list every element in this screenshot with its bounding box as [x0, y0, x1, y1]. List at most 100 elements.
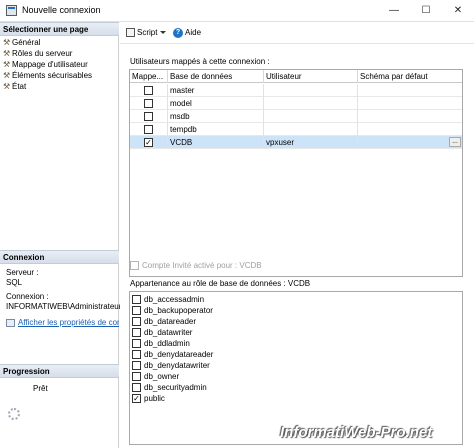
connection-value: INFORMATIWEB\Administrateur: [6, 302, 122, 311]
script-button[interactable]: Script: [126, 27, 167, 39]
role-label: db_denydatareader: [144, 350, 214, 359]
app-icon: [6, 5, 17, 16]
map-checkbox[interactable]: [144, 99, 153, 108]
guest-account-checkbox: Compte Invité activé pour : VCDB: [130, 261, 262, 271]
minimize-button[interactable]: —: [378, 0, 410, 22]
database-cell[interactable]: VCDB: [168, 136, 264, 149]
page-item-label: Mappage d'utilisateur: [12, 60, 88, 69]
user-cell[interactable]: [264, 84, 358, 97]
server-label: Serveur :: [6, 268, 39, 277]
user-cell[interactable]: [264, 123, 358, 136]
server-value: SQL: [6, 278, 23, 287]
wrench-icon: ⚒: [3, 82, 11, 91]
page-item-status[interactable]: ⚒ État: [3, 81, 26, 92]
progress-header: Progression: [0, 364, 119, 378]
roles-label: Appartenance au rôle de base de données …: [130, 279, 311, 288]
column-header-map[interactable]: Mappe...: [130, 70, 168, 83]
role-item-db-owner[interactable]: db_owner: [132, 371, 179, 382]
main-panel: Script ? Aide Utilisateurs mappés à cette…: [120, 22, 474, 448]
database-cell[interactable]: model: [168, 97, 264, 110]
close-button[interactable]: ✕: [442, 0, 474, 22]
table-row[interactable]: model: [130, 97, 462, 110]
page-item-general[interactable]: ⚒ Général: [3, 37, 40, 48]
role-checkbox[interactable]: [132, 295, 141, 305]
table-row[interactable]: msdb: [130, 110, 462, 123]
database-cell[interactable]: msdb: [168, 110, 264, 123]
user-cell[interactable]: vpxuser: [264, 136, 358, 149]
column-header-schema[interactable]: Schéma par défaut: [358, 70, 462, 83]
help-label: Aide: [185, 28, 202, 37]
title-bar: Nouvelle connexion — ☐ ✕: [0, 0, 474, 22]
help-icon: ?: [173, 27, 183, 38]
role-checkbox[interactable]: [132, 306, 141, 316]
column-header-database[interactable]: Base de données: [168, 70, 264, 83]
role-checkbox[interactable]: [132, 372, 141, 382]
user-cell[interactable]: [264, 110, 358, 123]
map-checkbox[interactable]: [144, 86, 153, 95]
role-item-db-securityadmin[interactable]: db_securityadmin: [132, 382, 207, 393]
maximize-button[interactable]: ☐: [410, 0, 442, 22]
map-checkbox[interactable]: [144, 125, 153, 134]
role-item-db-datareader[interactable]: db_datareader: [132, 316, 196, 327]
schema-cell[interactable]: [358, 97, 462, 110]
page-item-label: Éléments sécurisables: [12, 71, 93, 80]
view-connection-properties-link[interactable]: Afficher les propriétés de conn: [6, 318, 119, 327]
table-row[interactable]: tempdb: [130, 123, 462, 136]
role-label: db_datareader: [144, 317, 197, 326]
role-item-db-denydatawriter[interactable]: db_denydatawriter: [132, 360, 210, 371]
role-checkbox[interactable]: [132, 383, 141, 393]
role-checkbox[interactable]: [132, 350, 141, 360]
progress-spinner-icon: [8, 408, 20, 420]
map-cell: [130, 110, 168, 123]
role-checkbox[interactable]: [132, 361, 141, 371]
table-row[interactable]: master: [130, 84, 462, 97]
role-item-db-ddladmin[interactable]: db_ddladmin: [132, 338, 190, 349]
database-cell[interactable]: tempdb: [168, 123, 264, 136]
table-row[interactable]: ✓ VCDB vpxuser...: [130, 136, 462, 149]
schema-browse-button[interactable]: ...: [449, 137, 461, 147]
map-checkbox[interactable]: ✓: [144, 138, 153, 147]
role-item-db-accessadmin[interactable]: db_accessadmin: [132, 294, 204, 305]
page-item-server-roles[interactable]: ⚒ Rôles du serveur: [3, 48, 72, 59]
map-checkbox[interactable]: [144, 112, 153, 121]
column-header-user[interactable]: Utilisateur: [264, 70, 358, 83]
help-button[interactable]: ? Aide: [173, 27, 201, 39]
connection-label: Connexion :: [6, 292, 49, 301]
role-item-db-denydatareader[interactable]: db_denydatareader: [132, 349, 213, 360]
user-mapping-grid: Mappe... Base de données Utilisateur Sch…: [129, 69, 463, 277]
schema-cell[interactable]: [358, 110, 462, 123]
guest-checkbox-box: [130, 261, 139, 271]
role-item-db-backupoperator[interactable]: db_backupoperator: [132, 305, 213, 316]
link-label: Afficher les propriétés de conn: [18, 318, 119, 327]
user-cell[interactable]: [264, 97, 358, 110]
map-cell: ✓: [130, 136, 168, 149]
toolbar: Script ? Aide: [120, 22, 474, 44]
role-label: db_securityadmin: [144, 383, 207, 392]
script-label: Script: [137, 28, 158, 37]
role-label: db_accessadmin: [144, 295, 205, 304]
chevron-down-icon: [160, 31, 167, 35]
wrench-icon: ⚒: [3, 38, 11, 47]
page-item-securables[interactable]: ⚒ Éléments sécurisables: [3, 70, 92, 81]
role-checkbox[interactable]: [132, 317, 141, 327]
role-label: db_denydatawriter: [144, 361, 210, 370]
map-cell: [130, 123, 168, 136]
database-cell[interactable]: master: [168, 84, 264, 97]
role-checkbox[interactable]: [132, 328, 141, 338]
role-label: db_owner: [144, 372, 180, 381]
role-item-public[interactable]: ✓ public: [132, 393, 165, 404]
properties-icon: [6, 318, 15, 327]
schema-cell[interactable]: [358, 84, 462, 97]
role-checkbox[interactable]: ✓: [132, 394, 141, 404]
page-item-label: Général: [12, 38, 41, 47]
guest-label: Compte Invité activé pour : VCDB: [142, 261, 262, 270]
role-label: db_datawriter: [144, 328, 193, 337]
schema-cell[interactable]: [358, 136, 462, 149]
window-title: Nouvelle connexion: [22, 5, 101, 15]
schema-cell[interactable]: [358, 123, 462, 136]
role-checkbox[interactable]: [132, 339, 141, 349]
role-item-db-datawriter[interactable]: db_datawriter: [132, 327, 192, 338]
page-item-label: État: [12, 82, 27, 91]
wrench-icon: ⚒: [3, 60, 11, 69]
page-item-user-mapping[interactable]: ⚒ Mappage d'utilisateur: [3, 59, 88, 70]
